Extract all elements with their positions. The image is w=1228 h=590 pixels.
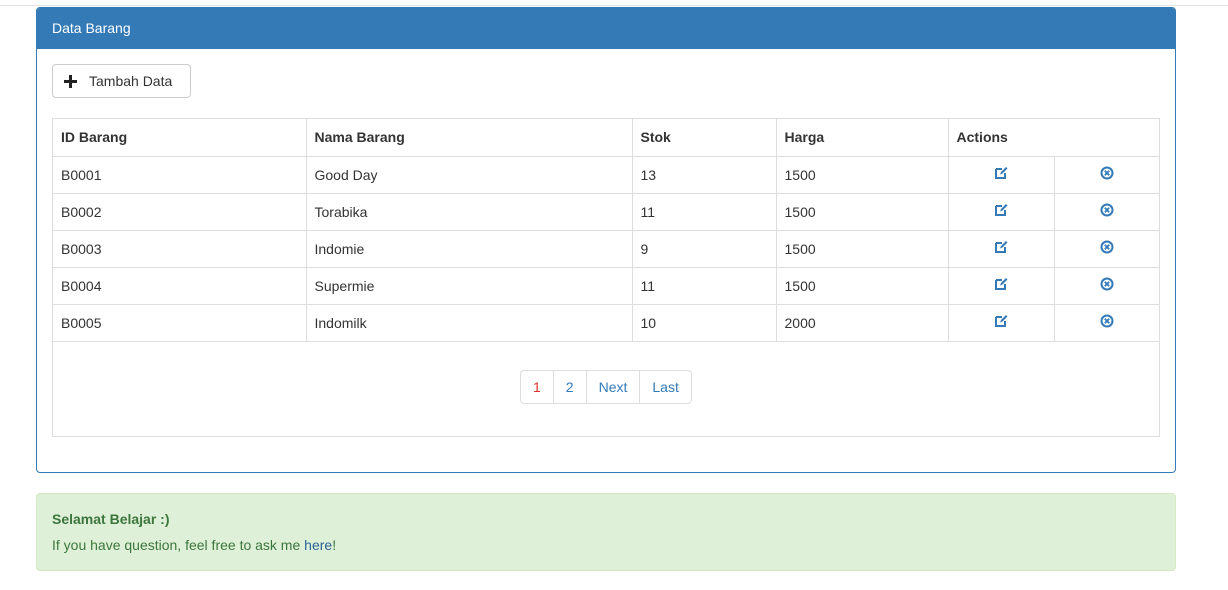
cell-harga: 1500 [775,229,949,268]
panel-title: Data Barang [37,8,1175,49]
cell-nama-barang: Torabika [305,192,633,231]
delete-circle-icon[interactable] [1100,203,1114,217]
cell-harga: 1500 [775,192,949,231]
header-id-barang: ID Barang [53,119,307,157]
table-row: B0001 Good Day 13 1500 [53,155,1160,194]
cell-stok: 11 [631,192,777,231]
header-harga: Harga [775,119,949,157]
cell-id-barang: B0001 [53,155,307,194]
page-2-link[interactable]: 2 [552,371,586,403]
here-link[interactable]: here [304,537,332,553]
cell-delete-action [1053,266,1160,305]
cell-nama-barang: Indomilk [305,303,633,342]
data-table-container: ID Barang Nama Barang Stok Harga Actions… [52,118,1160,437]
next-page-link[interactable]: Next [585,371,640,403]
cell-delete-action [1053,155,1160,194]
data-table: ID Barang Nama Barang Stok Harga Actions… [53,119,1160,342]
edit-icon[interactable] [994,240,1008,254]
add-data-label: Tambah Data [89,73,173,89]
last-page-link[interactable]: Last [639,371,690,403]
delete-circle-icon[interactable] [1100,240,1114,254]
header-stok: Stok [631,119,777,157]
plus-icon [64,74,77,88]
cell-delete-action [1053,303,1160,342]
cell-stok: 11 [631,266,777,305]
table-row: B0003 Indomie 9 1500 [53,229,1160,268]
delete-circle-icon[interactable] [1100,277,1114,291]
cell-edit-action [947,303,1055,342]
cell-harga: 1500 [775,155,949,194]
page-1-link[interactable]: 1 [521,371,553,403]
alert-message-suffix: ! [332,537,337,553]
cell-edit-action [947,229,1055,268]
cell-harga: 2000 [775,303,949,342]
cell-delete-action [1053,229,1160,268]
pagination: 1 2 Next Last [520,370,692,404]
edit-icon[interactable] [994,203,1008,217]
success-alert: Selamat Belajar :) If you have question,… [36,493,1176,571]
cell-edit-action [947,192,1055,231]
header-actions: Actions [947,119,1160,157]
edit-icon[interactable] [994,166,1008,180]
table-row: B0005 Indomilk 10 2000 [53,303,1160,342]
table-row: B0004 Supermie 11 1500 [53,266,1160,305]
cell-nama-barang: Indomie [305,229,633,268]
cell-harga: 1500 [775,266,949,305]
cell-id-barang: B0005 [53,303,307,342]
cell-delete-action [1053,192,1160,231]
cell-edit-action [947,155,1055,194]
delete-circle-icon[interactable] [1100,166,1114,180]
alert-message: If you have question, feel free to ask m… [52,537,1160,553]
cell-edit-action [947,266,1055,305]
table-header-row: ID Barang Nama Barang Stok Harga Actions [53,119,1160,157]
cell-stok: 10 [631,303,777,342]
top-divider [0,0,1228,6]
edit-icon[interactable] [994,314,1008,328]
cell-id-barang: B0003 [53,229,307,268]
cell-id-barang: B0002 [53,192,307,231]
alert-message-prefix: If you have question, feel free to ask m… [52,537,305,553]
cell-stok: 13 [631,155,777,194]
cell-stok: 9 [631,229,777,268]
delete-circle-icon[interactable] [1100,314,1114,328]
alert-title: Selamat Belajar :) [52,511,170,527]
data-barang-panel: Data Barang Tambah Data ID Barang Nama B… [36,7,1176,473]
cell-nama-barang: Supermie [305,266,633,305]
edit-icon[interactable] [994,277,1008,291]
add-data-button[interactable]: Tambah Data [52,64,191,98]
cell-nama-barang: Good Day [305,155,633,194]
table-row: B0002 Torabika 11 1500 [53,192,1160,231]
cell-id-barang: B0004 [53,266,307,305]
header-nama-barang: Nama Barang [305,119,633,157]
